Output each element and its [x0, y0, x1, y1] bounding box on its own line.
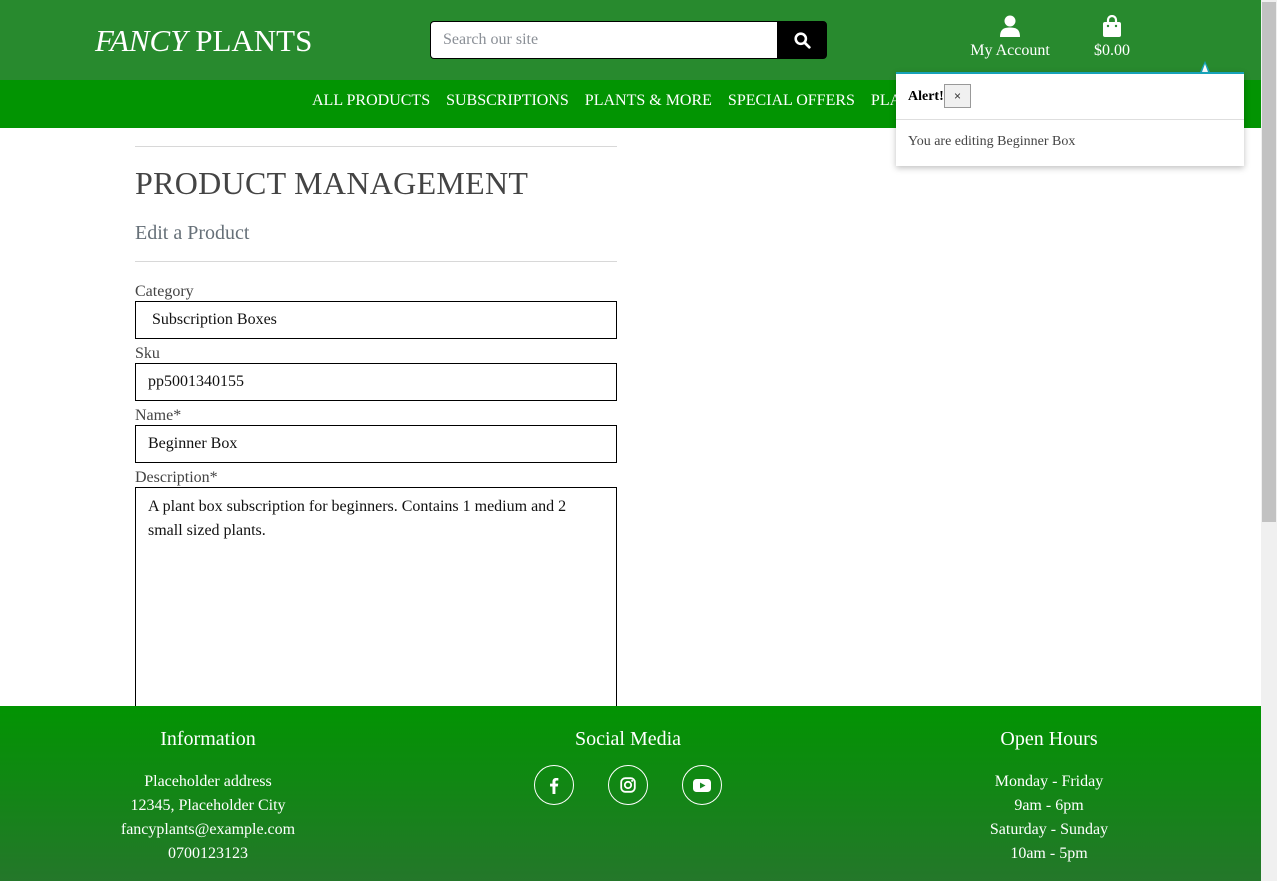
facebook-icon: [550, 777, 559, 794]
alert-title: Alert!: [908, 89, 944, 104]
divider: [135, 146, 617, 147]
instagram-icon: [620, 777, 636, 793]
weekend-label: Saturday - Sunday: [989, 821, 1109, 838]
site-footer: Information Placeholder address 12345, P…: [0, 706, 1261, 881]
email-line: fancyplants@example.com: [120, 821, 296, 838]
information-heading: Information: [160, 728, 256, 750]
page-subtitle: Edit a Product: [135, 222, 250, 244]
edit-product-form: Category Subscription Boxes Sku pp500134…: [135, 283, 617, 707]
alert-toast: Alert! × You are editing Beginner Box: [896, 72, 1244, 166]
footer-social-media: Social Media: [478, 727, 778, 805]
search-button[interactable]: [777, 21, 827, 59]
open-hours-heading: Open Hours: [1000, 728, 1098, 750]
name-label: Name*: [135, 407, 182, 424]
sku-label: Sku: [135, 345, 160, 362]
user-icon: [1000, 15, 1020, 37]
facebook-link[interactable]: [534, 765, 574, 805]
toast-arrow-icon: [1200, 61, 1210, 72]
shopping-bag-icon: [1103, 15, 1121, 37]
shopping-bag-link[interactable]: $0.00: [1080, 15, 1144, 61]
bag-total: $0.00: [1094, 42, 1130, 59]
search-form: [430, 21, 827, 59]
close-button[interactable]: ×: [944, 84, 971, 108]
site-logo[interactable]: FANCY PLANTS: [95, 22, 312, 60]
page-title: PRODUCT MANAGEMENT: [135, 165, 529, 201]
social-media-heading: Social Media: [574, 728, 682, 750]
sku-input[interactable]: pp5001340155: [135, 363, 617, 401]
social-links: [478, 765, 778, 805]
weekday-label: Monday - Friday: [994, 773, 1104, 790]
category-label: Category: [135, 283, 194, 300]
logo-text: PLANTS: [195, 23, 313, 58]
description-textarea[interactable]: A plant box subscription for beginners. …: [135, 487, 617, 707]
instagram-link[interactable]: [608, 765, 648, 805]
description-label: Description*: [135, 469, 218, 486]
nav-item-plants-more[interactable]: PLANTS & MORE: [585, 91, 712, 111]
search-input[interactable]: [430, 21, 777, 59]
address-line: Placeholder address: [144, 773, 272, 790]
my-account-label: My Account: [970, 42, 1050, 59]
alert-message: You are editing Beginner Box: [908, 134, 1076, 149]
category-select[interactable]: Subscription Boxes: [135, 301, 617, 339]
logo-italic-text: FANCY: [95, 23, 188, 58]
name-input[interactable]: Beginner Box: [135, 425, 617, 463]
nav-item-all-products[interactable]: ALL PRODUCTS: [312, 91, 430, 111]
product-management-section: PRODUCT MANAGEMENT Edit a Product Catego…: [135, 128, 617, 713]
nav-item-subscriptions[interactable]: SUBSCRIPTIONS: [446, 91, 569, 111]
weekday-hours: 9am - 6pm: [1014, 797, 1084, 814]
nav-menu: ALL PRODUCTS SUBSCRIPTIONS PLANTS & MORE…: [312, 91, 901, 111]
footer-open-hours: Open Hours Monday - Friday 9am - 6pm Sat…: [899, 727, 1199, 866]
city-line: 12345, Placeholder City: [130, 797, 286, 814]
site-header: FANCY PLANTS My Account $0.00: [0, 0, 1261, 80]
phone-line: 0700123123: [168, 845, 248, 862]
scrollbar-thumb[interactable]: [1262, 2, 1276, 522]
footer-information: Information Placeholder address 12345, P…: [58, 727, 358, 866]
my-account-link[interactable]: My Account: [965, 15, 1055, 61]
weekend-hours: 10am - 5pm: [1010, 845, 1088, 862]
nav-item-special-offers[interactable]: SPECIAL OFFERS: [728, 91, 855, 111]
youtube-link[interactable]: [682, 765, 722, 805]
search-icon: [793, 31, 811, 49]
toast-header: Alert! ×: [896, 74, 1244, 120]
divider: [135, 261, 617, 262]
youtube-icon: [693, 778, 711, 792]
